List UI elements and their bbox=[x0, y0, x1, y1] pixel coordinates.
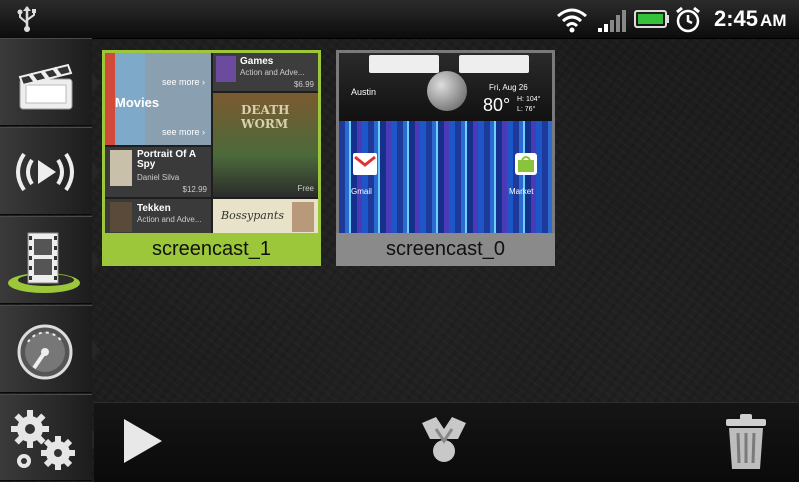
bossypants-title: Bossypants bbox=[221, 209, 284, 222]
gears-icon bbox=[11, 410, 75, 470]
broadcast-play-icon bbox=[16, 152, 74, 192]
speed-tab[interactable] bbox=[0, 305, 100, 393]
gauge-icon bbox=[17, 324, 73, 380]
see-more-1: see more › bbox=[161, 77, 205, 87]
games-title: Games bbox=[240, 56, 274, 67]
movies-tile: see more › Movies see more › bbox=[105, 53, 211, 145]
market-label: Market bbox=[509, 187, 534, 196]
weather-lo: L: 76° bbox=[517, 106, 536, 113]
clock-flip-right bbox=[459, 55, 529, 73]
death-worm-title: DEATH WORM bbox=[241, 103, 290, 131]
wifi-icon bbox=[557, 8, 587, 33]
status-bar: 2:45 AM bbox=[0, 0, 799, 39]
battery-icon bbox=[634, 10, 669, 28]
clapperboard-icon bbox=[18, 63, 73, 110]
clock-flip-left bbox=[369, 55, 439, 73]
tekken-title: Tekken bbox=[137, 203, 171, 214]
games-subtitle: Action and Adve... bbox=[240, 68, 305, 77]
alarm-icon bbox=[676, 6, 700, 33]
movies-tab[interactable] bbox=[0, 38, 100, 126]
share-button[interactable] bbox=[414, 411, 474, 471]
market-icon bbox=[515, 153, 537, 175]
death-worm-price: Free bbox=[297, 184, 314, 193]
weather-temp: 80° bbox=[483, 95, 511, 115]
clock-time: 2:45 bbox=[714, 6, 759, 31]
weather-hi: H: 104° bbox=[517, 96, 541, 103]
weather-widget: Austin Fri, Aug 26 80° H: 104° L: 76° bbox=[339, 53, 552, 121]
gmail-icon bbox=[353, 153, 377, 175]
settings-tab[interactable] bbox=[0, 394, 100, 481]
book-author: Daniel Silva bbox=[137, 173, 180, 182]
streaming-tab[interactable] bbox=[0, 127, 100, 215]
book-tile: Portrait Of A Spy Daniel Silva $12.99 bbox=[105, 147, 211, 197]
trash-icon bbox=[726, 414, 766, 469]
book-price: $12.99 bbox=[182, 185, 207, 194]
weather-city: Austin bbox=[351, 87, 377, 97]
thumbnail-preview: Austin Fri, Aug 26 80° H: 104° L: 76° Gm… bbox=[339, 53, 552, 233]
play-button[interactable] bbox=[114, 411, 174, 471]
clock: 2:45 AM bbox=[714, 6, 787, 32]
tekken-subtitle: Action and Adve... bbox=[137, 215, 202, 224]
death-worm-tile: DEATH WORM Free bbox=[213, 93, 318, 197]
bossypants-tile: Bossypants bbox=[213, 199, 318, 233]
games-tile: Games Action and Adve... $6.99 bbox=[213, 53, 318, 91]
video-thumbnail-screencast-0[interactable]: Austin Fri, Aug 26 80° H: 104° L: 76° Gm… bbox=[336, 50, 555, 266]
weather-date: Fri, Aug 26 bbox=[489, 83, 528, 92]
video-thumbnail-screencast-1[interactable]: see more › Movies see more › Games Actio… bbox=[102, 50, 321, 266]
sidebar bbox=[0, 38, 100, 481]
signal-icon bbox=[598, 10, 626, 32]
videos-tab[interactable] bbox=[0, 216, 100, 304]
share-icon bbox=[422, 417, 466, 462]
movies-label: Movies bbox=[115, 95, 160, 110]
delete-button[interactable] bbox=[716, 411, 776, 471]
games-cover bbox=[216, 56, 236, 82]
see-more-2: see more › bbox=[161, 127, 205, 137]
film-strip-icon bbox=[8, 232, 80, 293]
bottom-toolbar bbox=[94, 402, 799, 482]
bossypants-cover bbox=[292, 202, 314, 232]
gmail-label: Gmail bbox=[351, 187, 372, 196]
games-price: $6.99 bbox=[293, 80, 314, 89]
thumbnail-preview: see more › Movies see more › Games Actio… bbox=[105, 53, 318, 233]
play-icon bbox=[124, 419, 162, 463]
moon-icon bbox=[427, 71, 467, 111]
clock-ampm: AM bbox=[760, 11, 787, 30]
tekken-cover bbox=[110, 202, 132, 232]
thumbnail-caption: screencast_0 bbox=[336, 233, 555, 266]
book-title: Portrait Of A Spy bbox=[137, 149, 196, 170]
book-cover bbox=[110, 150, 132, 186]
usb-icon bbox=[17, 6, 36, 32]
tekken-tile: Tekken Action and Adve... bbox=[105, 199, 211, 233]
thumbnail-caption: screencast_1 bbox=[102, 233, 321, 266]
